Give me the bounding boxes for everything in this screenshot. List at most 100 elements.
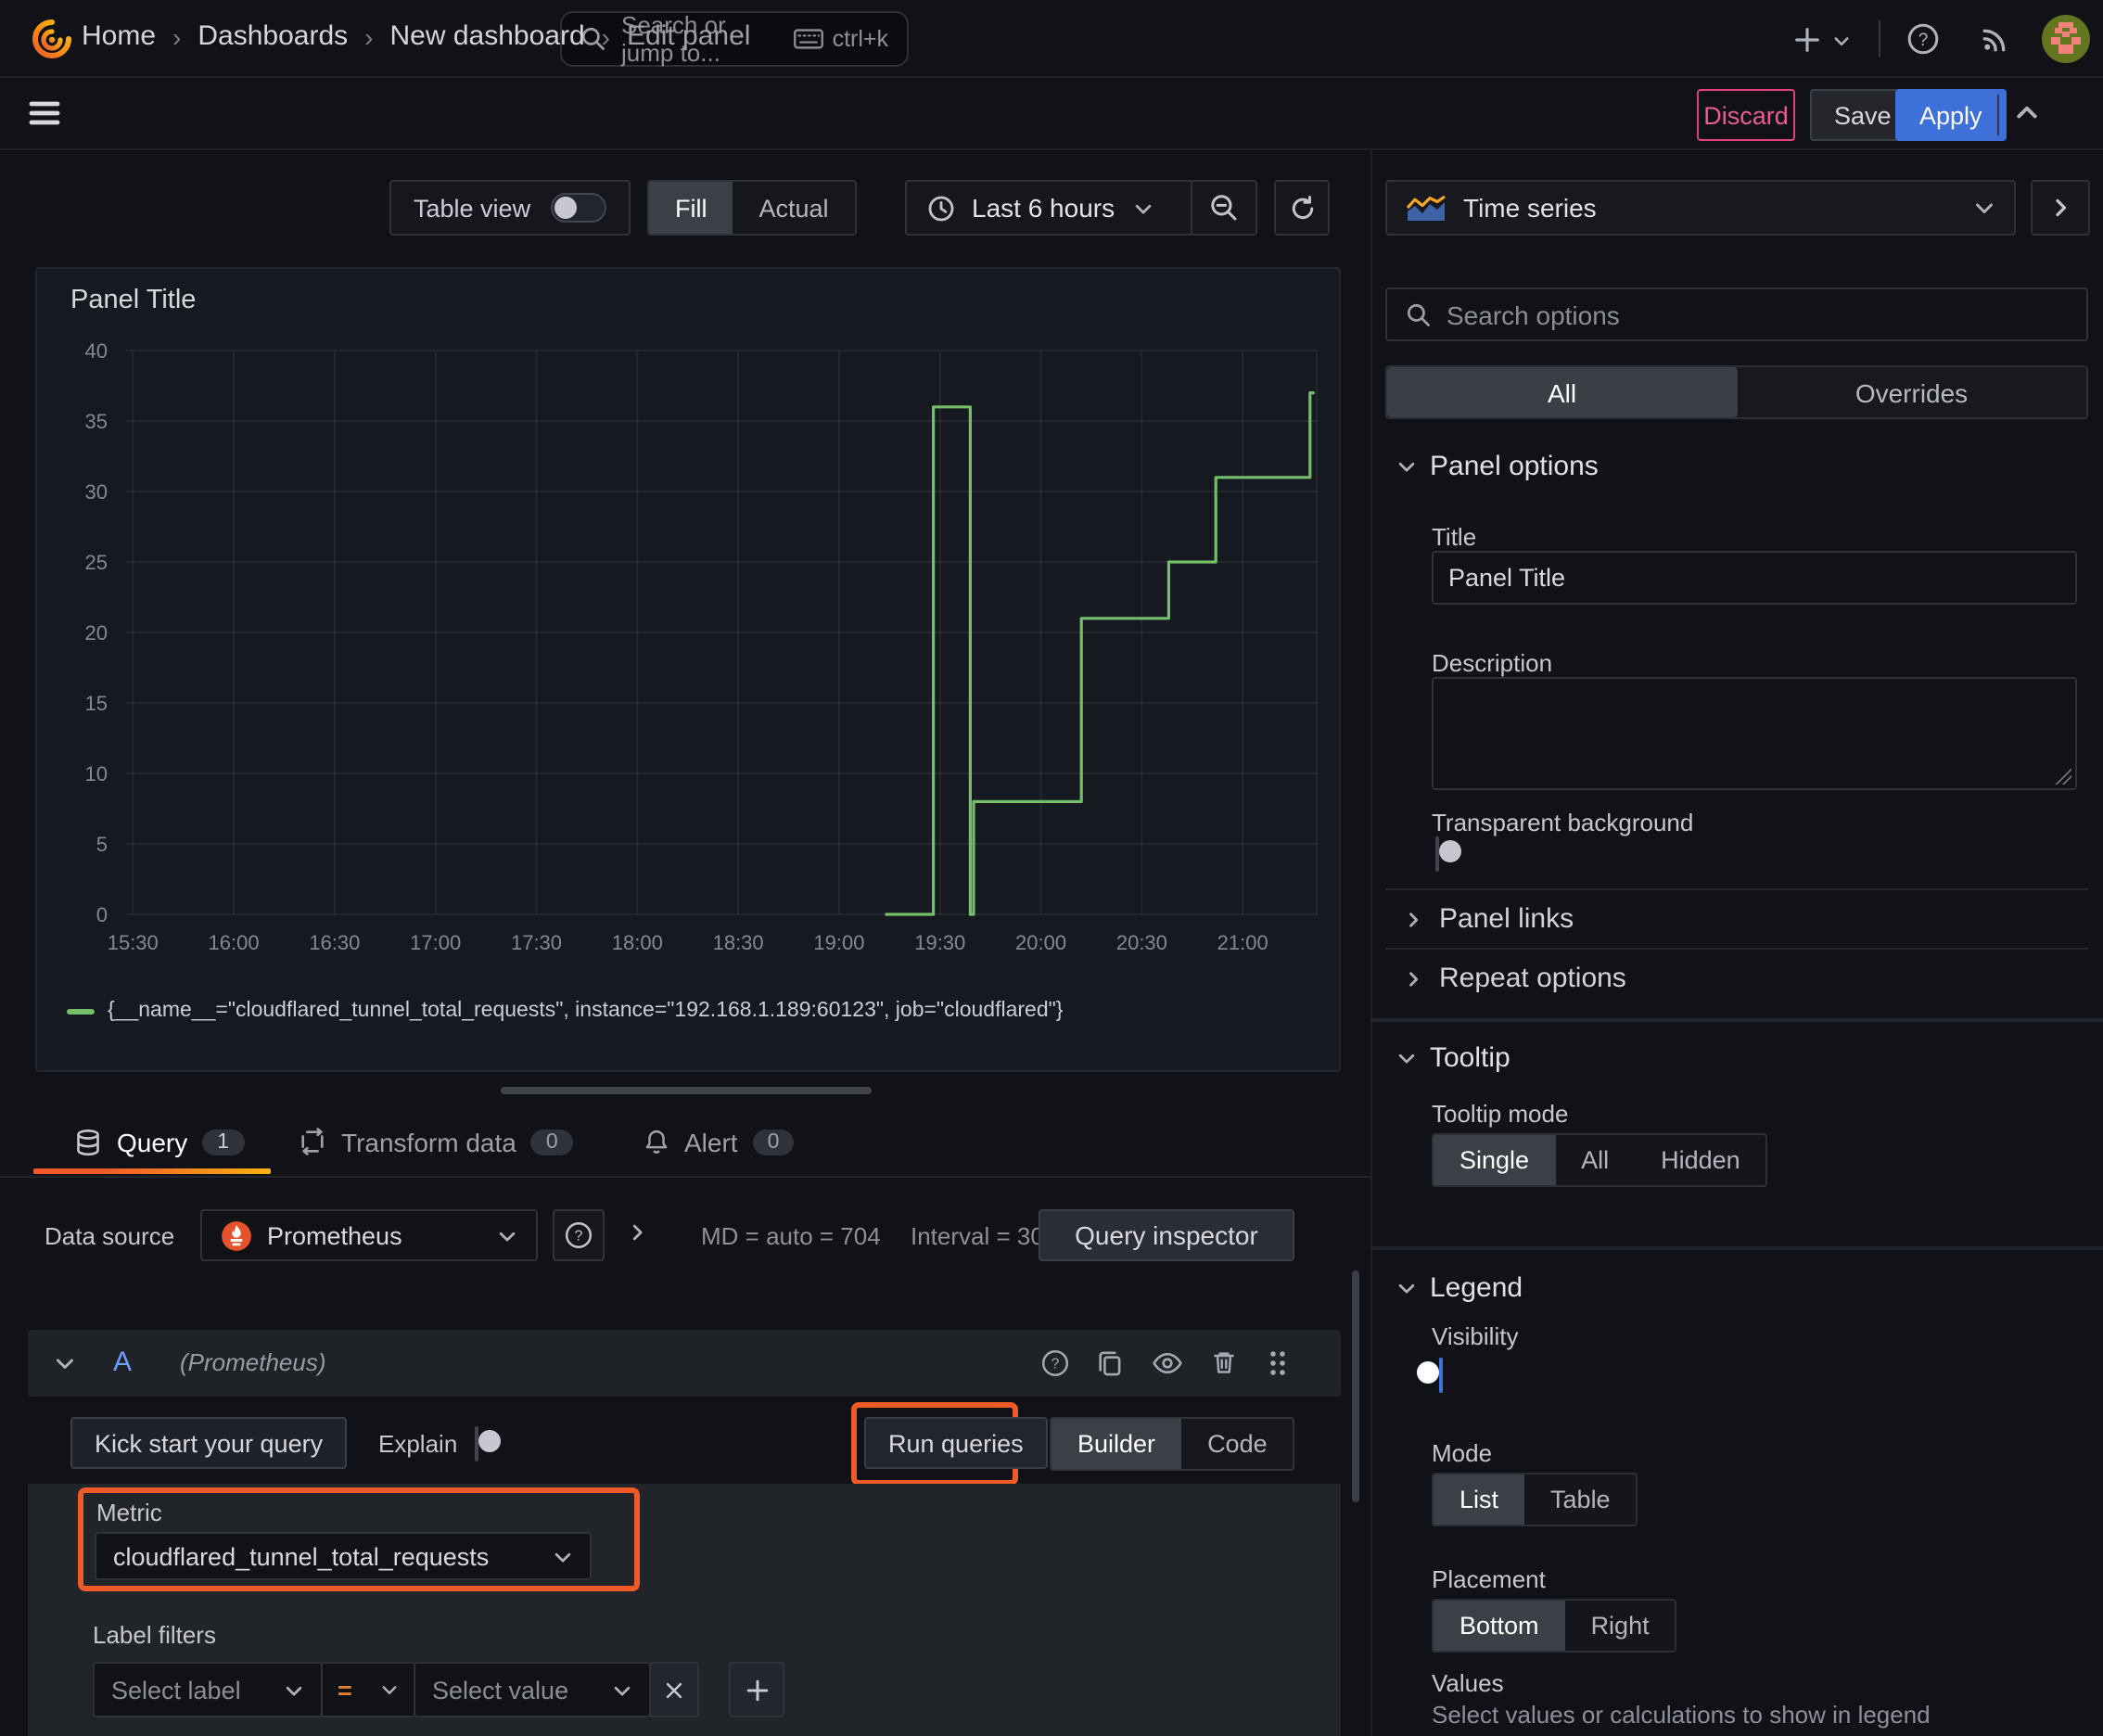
- legend-series-label[interactable]: {__name__="cloudflared_tunnel_total_requ…: [108, 1000, 1063, 1022]
- svg-text:?: ?: [1918, 31, 1929, 50]
- collapse-options-chevron-up-icon[interactable]: [2014, 100, 2040, 126]
- query-help-icon[interactable]: ?: [1040, 1348, 1070, 1378]
- zoom-out-icon[interactable]: [1192, 193, 1255, 223]
- repeat-options-section[interactable]: Repeat options: [1404, 963, 1626, 994]
- legend-header[interactable]: Legend: [1396, 1272, 1523, 1304]
- refresh-button[interactable]: [1274, 180, 1330, 236]
- query-editor-header[interactable]: A (Prometheus) ?: [28, 1330, 1341, 1397]
- legend-mode-label: Mode: [1432, 1439, 1493, 1467]
- panel-title[interactable]: Panel Title: [70, 286, 196, 315]
- menu-hamburger-icon[interactable]: [28, 98, 61, 128]
- kickstart-query-button[interactable]: Kick start your query: [70, 1417, 348, 1469]
- options-search-field[interactable]: Search options: [1385, 287, 2088, 341]
- tab-query[interactable]: Query 1: [74, 1111, 245, 1172]
- tooltip-mode-hidden[interactable]: Hidden: [1635, 1135, 1766, 1185]
- news-rss-icon[interactable]: [1981, 22, 2012, 54]
- query-ref-id[interactable]: A: [113, 1347, 132, 1378]
- select-value-dropdown[interactable]: Select value: [414, 1662, 651, 1717]
- transparent-background-toggle[interactable]: [1435, 836, 1461, 872]
- time-range-chevron-down-icon[interactable]: [1133, 198, 1153, 218]
- display-mode-fill[interactable]: Fill: [649, 182, 733, 234]
- breadcrumb-dashboards[interactable]: Dashboards: [198, 20, 348, 52]
- editor-mode-builder[interactable]: Builder: [1052, 1419, 1182, 1469]
- active-tab-underline: [33, 1168, 271, 1174]
- tab-alert[interactable]: Alert 0: [644, 1111, 795, 1172]
- tooltip-header[interactable]: Tooltip: [1396, 1042, 1510, 1074]
- query-options-expand-chevron-right-icon[interactable]: [627, 1222, 647, 1243]
- tab-alert-count: 0: [752, 1129, 795, 1155]
- svg-text:20:30: 20:30: [1116, 931, 1167, 954]
- table-view-control: Table view: [389, 180, 631, 236]
- discard-button[interactable]: Discard: [1697, 89, 1795, 141]
- visualization-picker[interactable]: Time series: [1385, 180, 2016, 236]
- select-label-chevron-down-icon: [284, 1679, 304, 1700]
- tab-query-label: Query: [117, 1127, 188, 1156]
- grafana-edit-panel-page: Search or jump to... ctrl+k ? Home › Das…: [0, 0, 2103, 1736]
- svg-text:17:30: 17:30: [511, 931, 562, 954]
- remove-filter-button[interactable]: [649, 1662, 699, 1717]
- apply-button[interactable]: Apply: [1895, 89, 2007, 141]
- help-icon[interactable]: ?: [1906, 22, 1940, 56]
- svg-text:15:30: 15:30: [108, 931, 159, 954]
- collapse-sidebar-button[interactable]: [2031, 180, 2090, 236]
- main-scrollbar[interactable]: [1352, 1270, 1359, 1502]
- viz-picker-chevron-down-icon: [1973, 197, 1995, 219]
- datasource-help-button[interactable]: ?: [553, 1209, 605, 1261]
- tab-transform-data[interactable]: Transform data 0: [299, 1111, 573, 1172]
- metric-select[interactable]: cloudflared_tunnel_total_requests: [95, 1532, 592, 1580]
- datasource-chevron-down-icon: [497, 1225, 517, 1245]
- explain-toggle[interactable]: [475, 1426, 501, 1462]
- svg-text:10: 10: [85, 762, 108, 785]
- tab-transform-count: 0: [530, 1129, 573, 1155]
- select-value-chevron-down-icon: [612, 1679, 632, 1700]
- operator-dropdown[interactable]: =: [321, 1662, 415, 1717]
- svg-text:18:30: 18:30: [713, 931, 764, 954]
- toggle-visibility-eye-icon[interactable]: [1152, 1350, 1183, 1376]
- query-inspector-button[interactable]: Query inspector: [1039, 1209, 1294, 1261]
- legend-mode-table[interactable]: Table: [1524, 1474, 1637, 1525]
- options-search-icon: [1406, 301, 1432, 327]
- svg-text:19:30: 19:30: [914, 931, 965, 954]
- time-range-label[interactable]: Last 6 hours: [972, 193, 1115, 223]
- options-tab-overrides[interactable]: Overrides: [1737, 367, 2086, 417]
- legend-placement-bottom[interactable]: Bottom: [1434, 1601, 1565, 1651]
- pane-splitter-handle[interactable]: [501, 1087, 872, 1094]
- add-new-button[interactable]: [1793, 26, 1821, 54]
- drag-grip-icon[interactable]: [1267, 1348, 1289, 1378]
- select-label-placeholder: Select label: [111, 1676, 241, 1704]
- query-collapse-chevron-down-icon[interactable]: [54, 1352, 76, 1374]
- editor-mode-code[interactable]: Code: [1181, 1419, 1294, 1469]
- datasource-picker[interactable]: Prometheus: [200, 1209, 538, 1261]
- textarea-resize-handle[interactable]: [2055, 768, 2071, 785]
- legend-placement-label: Placement: [1432, 1565, 1546, 1593]
- grafana-logo-icon[interactable]: [30, 17, 74, 61]
- select-label-dropdown[interactable]: Select label: [93, 1662, 323, 1717]
- display-mode-actual[interactable]: Actual: [733, 182, 855, 234]
- panel-options-header[interactable]: Panel options: [1396, 451, 1599, 482]
- tooltip-chevron-down-icon: [1396, 1048, 1417, 1068]
- run-queries-button[interactable]: Run queries: [864, 1417, 1048, 1469]
- options-tab-all[interactable]: All: [1387, 367, 1737, 417]
- breadcrumb-home[interactable]: Home: [82, 20, 156, 52]
- table-view-label: Table view: [414, 194, 531, 222]
- tooltip-mode-label: Tooltip mode: [1432, 1100, 1569, 1128]
- user-avatar[interactable]: [2042, 15, 2090, 63]
- table-view-toggle[interactable]: [551, 193, 606, 223]
- tooltip-mode-single[interactable]: Single: [1434, 1135, 1556, 1185]
- operator-value: =: [338, 1676, 352, 1704]
- tooltip-mode-all[interactable]: All: [1555, 1135, 1635, 1185]
- description-textarea[interactable]: [1432, 677, 2077, 790]
- panel-title-input[interactable]: [1432, 551, 2077, 605]
- breadcrumb-new-dashboard[interactable]: New dashboard: [390, 20, 585, 52]
- legend-visibility-toggle[interactable]: [1417, 1358, 1443, 1393]
- legend-placement-group: Bottom Right: [1432, 1599, 1677, 1653]
- panel-links-section[interactable]: Panel links: [1404, 903, 1574, 935]
- add-filter-button[interactable]: [729, 1662, 784, 1717]
- legend-mode-list[interactable]: List: [1434, 1474, 1525, 1525]
- legend-placement-right[interactable]: Right: [1565, 1601, 1676, 1651]
- legend-values-label: Values: [1432, 1669, 1504, 1697]
- tab-transform-label: Transform data: [341, 1127, 516, 1156]
- add-menu-chevron-down-icon[interactable]: [1832, 32, 1851, 50]
- duplicate-query-icon[interactable]: [1096, 1348, 1124, 1378]
- delete-query-trash-icon[interactable]: [1211, 1348, 1237, 1376]
